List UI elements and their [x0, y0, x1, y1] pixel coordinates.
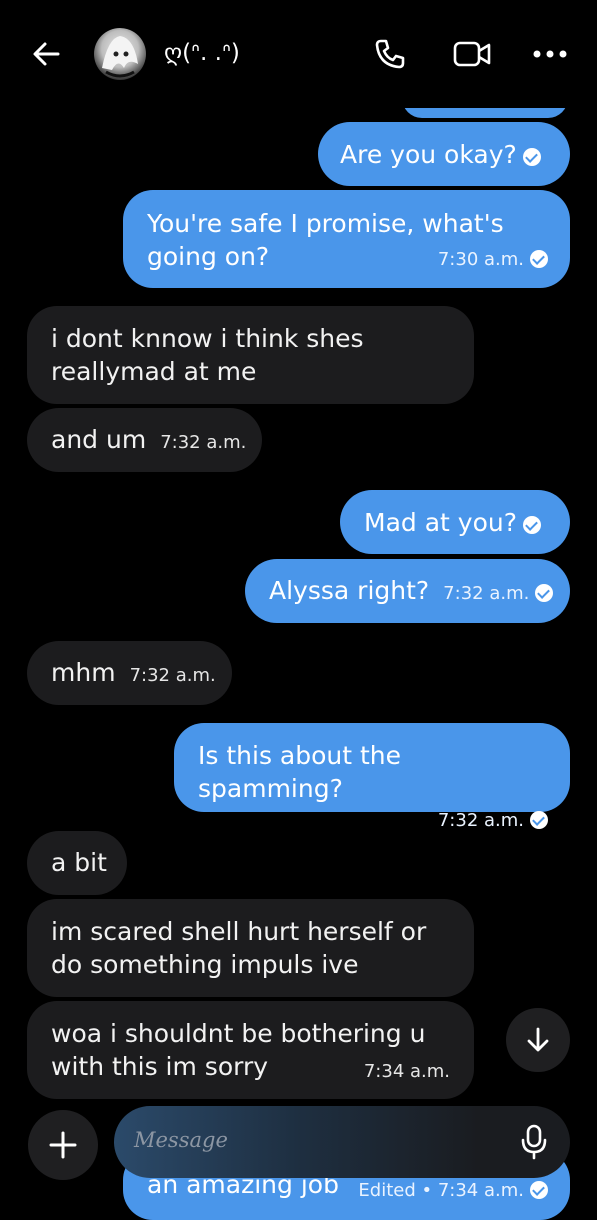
video-icon	[453, 41, 491, 67]
message-meta: 7:32 a.m.	[198, 804, 548, 837]
message-time: 7:30 a.m.	[437, 249, 524, 270]
message-text: Mad at you?	[364, 508, 517, 537]
message-text: mhm	[51, 658, 116, 687]
message-text: a bit	[51, 848, 107, 877]
message-text: Is this about the spamming?	[198, 741, 402, 803]
message-bubble-outgoing[interactable]: You're safe I promise, what's going on? …	[123, 190, 570, 288]
message-text-line: woa i shouldnt be bothering u	[51, 1019, 426, 1048]
message-text: Alyssa right?	[269, 576, 430, 605]
message-time: 7:34 a.m.	[363, 1061, 450, 1082]
message-bubble-incoming[interactable]: im scared shell hurt herself or do somet…	[27, 899, 474, 997]
chat-header: ღ(ᐢ. .ᐢ)	[0, 0, 597, 108]
sent-check-icon	[530, 250, 548, 268]
message-input[interactable]: Message	[114, 1106, 570, 1178]
message-bubble-outgoing[interactable]: Is this about the spamming? 7:32 a.m.	[174, 723, 570, 831]
message-time: 7:32 a.m.	[129, 665, 216, 686]
scroll-to-bottom-button[interactable]	[506, 1008, 570, 1072]
add-attachment-button[interactable]	[28, 1110, 98, 1180]
contact-name[interactable]: ღ(ᐢ. .ᐢ)	[164, 40, 240, 66]
voice-call-button[interactable]	[372, 36, 408, 72]
message-text: and um	[51, 425, 147, 454]
avatar[interactable]	[94, 28, 146, 80]
message-text-line: with this im sorry	[51, 1052, 269, 1081]
more-options-button[interactable]	[530, 36, 570, 72]
message-time: 7:32 a.m.	[443, 583, 530, 604]
message-bubble-incoming[interactable]: woa i shouldnt be bothering u with this …	[27, 1001, 474, 1099]
phone-icon	[375, 39, 405, 69]
message-bubble-outgoing[interactable]: Mad at you?	[340, 490, 570, 554]
message-text-line: reallymad at me	[51, 357, 257, 386]
message-bubble-outgoing[interactable]: Are you okay?	[318, 122, 570, 186]
message-bubble-incoming[interactable]: and um 7:32 a.m.	[27, 408, 262, 472]
more-icon	[533, 50, 567, 58]
sent-check-icon	[530, 1181, 548, 1199]
message-time: 7:32 a.m.	[437, 810, 524, 831]
plus-icon	[49, 1131, 77, 1159]
message-text-line: do something impuls ive	[51, 950, 359, 979]
message-bubble-incoming[interactable]: mhm 7:32 a.m.	[27, 641, 232, 705]
sent-check-icon	[522, 148, 541, 166]
avatar-image	[102, 36, 138, 78]
back-button[interactable]	[28, 36, 64, 72]
arrow-down-icon	[527, 1027, 549, 1052]
message-time: Edited • 7:34 a.m.	[358, 1180, 524, 1201]
back-arrow-icon	[33, 42, 60, 66]
message-list[interactable]: Are you okay? You're safe I promise, wha…	[0, 0, 597, 1220]
message-text-line: You're safe I promise, what's	[147, 209, 504, 238]
message-text-line: im scared shell hurt herself or	[51, 917, 427, 946]
sent-check-icon	[535, 584, 554, 602]
message-text-line: going on?	[147, 242, 270, 271]
mic-icon[interactable]	[520, 1124, 548, 1160]
message-time: 7:32 a.m.	[160, 432, 247, 453]
sent-check-icon	[522, 516, 541, 534]
message-meta: 7:30 a.m.	[438, 243, 548, 276]
message-text-line: i dont knnow i think shes	[51, 324, 364, 353]
message-text: Are you okay?	[340, 140, 517, 169]
message-bubble-incoming[interactable]: a bit	[27, 831, 127, 895]
message-placeholder: Message	[134, 1128, 228, 1152]
message-bubble-outgoing[interactable]: Alyssa right? 7:32 a.m.	[245, 559, 570, 623]
video-call-button[interactable]	[452, 36, 492, 72]
sent-check-icon	[530, 811, 548, 829]
message-meta: Edited • 7:34 a.m.	[358, 1174, 548, 1207]
message-bubble-incoming[interactable]: i dont knnow i think shes reallymad at m…	[27, 306, 474, 404]
